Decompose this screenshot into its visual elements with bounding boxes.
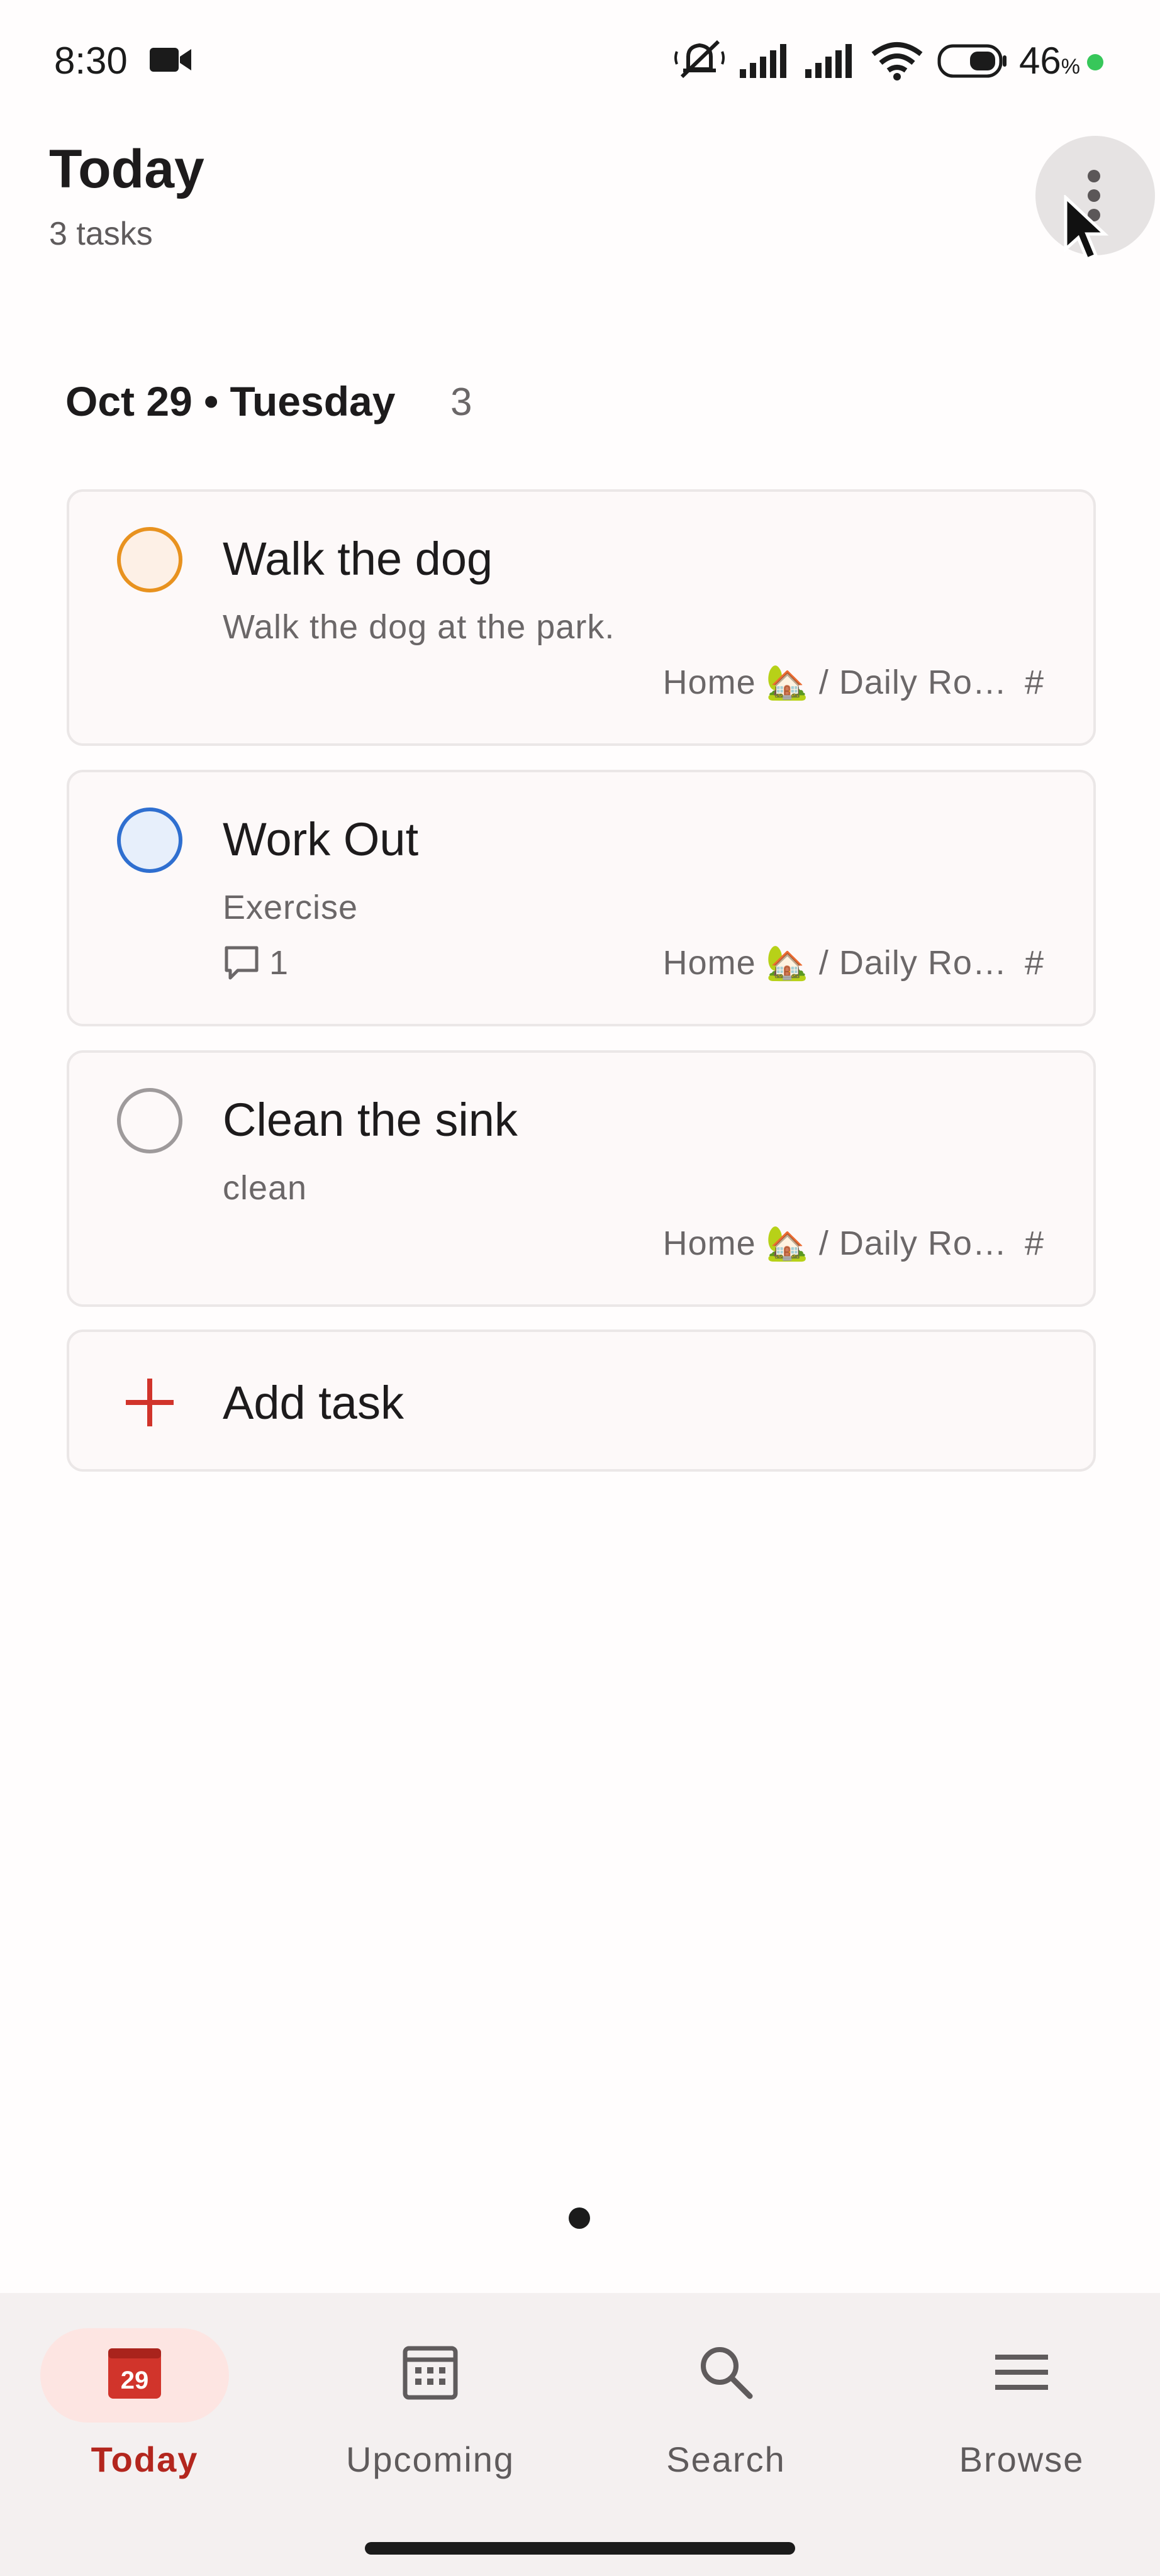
comment-icon [225, 946, 259, 980]
add-task-button[interactable]: Add task [67, 1330, 1096, 1472]
task-card[interactable]: Walk the dog Walk the dog at the park. H… [67, 489, 1096, 746]
calendar-day-number: 29 [121, 2367, 149, 2394]
task-title: Clean the sink [223, 1094, 518, 1146]
complete-checkbox[interactable] [117, 808, 182, 873]
project-hash-icon: # [1024, 663, 1044, 701]
battery-percent: 46 [1019, 40, 1061, 82]
project-label: Home 🏡 / Daily Ro… [662, 944, 1007, 982]
task-project: Home 🏡 / Daily Ro… # [663, 663, 1044, 702]
status-bar: 8:30 46% [0, 0, 1160, 119]
video-camera-icon [150, 48, 191, 72]
menu-icon [995, 2355, 1048, 2390]
task-project: Home 🏡 / Daily Ro… # [663, 943, 1044, 983]
battery-unit: % [1061, 55, 1080, 79]
task-description: Walk the dog at the park. [223, 608, 615, 646]
plus-icon [126, 1379, 174, 1426]
silent-mode-icon [674, 40, 725, 79]
signal-icon-2 [805, 44, 852, 78]
page-title: Today [49, 139, 204, 199]
nav-browse[interactable]: Browse [877, 2293, 1160, 2482]
project-hash-icon: # [1024, 1224, 1044, 1262]
battery-icon [937, 44, 1007, 78]
wifi-icon [871, 42, 923, 80]
complete-checkbox[interactable] [117, 527, 182, 592]
task-card[interactable]: Clean the sink clean Home 🏡 / Daily Ro… # [67, 1050, 1096, 1307]
nav-today[interactable]: 29 Today [0, 2293, 289, 2482]
section-count: 3 [450, 380, 472, 424]
status-time: 8:30 [54, 40, 128, 82]
nav-label-browse: Browse [959, 2440, 1085, 2479]
add-task-label: Add task [223, 1377, 404, 1429]
project-label: Home 🏡 / Daily Ro… [662, 1224, 1007, 1262]
comment-count-value: 1 [269, 944, 289, 982]
section-date: Oct 29 • Tuesday [65, 378, 396, 425]
project-label: Home 🏡 / Daily Ro… [662, 663, 1007, 701]
comment-count: 1 [223, 943, 288, 982]
project-hash-icon: # [1024, 944, 1044, 982]
nav-label-upcoming: Upcoming [345, 2440, 515, 2479]
task-title: Work Out [223, 813, 419, 865]
task-count: 3 tasks [49, 216, 153, 252]
task-project: Home 🏡 / Daily Ro… # [663, 1224, 1044, 1263]
calendar-day-icon: 29 [108, 2348, 161, 2399]
bottom-navigation: 29 Today Upcoming Search Browse [0, 2293, 1160, 2576]
task-card[interactable]: Work Out Exercise 1 Home 🏡 / Daily Ro… # [67, 770, 1096, 1026]
task-description: clean [223, 1169, 308, 1207]
page-indicator [569, 2207, 590, 2229]
privacy-indicator-dot [1087, 54, 1103, 70]
task-title: Walk the dog [223, 533, 493, 585]
task-description: Exercise [223, 889, 359, 926]
calendar-grid-icon [403, 2346, 458, 2400]
today-screen: 8:30 46% Today 3 tasks Oct 29 • Tuesday … [0, 0, 1160, 2576]
mouse-cursor-icon [1064, 195, 1109, 262]
more-vert-icon [1088, 170, 1100, 182]
search-icon [701, 2347, 753, 2399]
signal-icon [740, 44, 786, 78]
nav-label-today: Today [91, 2440, 199, 2479]
home-gesture-bar[interactable] [365, 2542, 795, 2555]
nav-upcoming[interactable]: Upcoming [286, 2293, 575, 2482]
battery-level: 46% [1019, 39, 1080, 82]
complete-checkbox[interactable] [117, 1088, 182, 1153]
nav-search[interactable]: Search [581, 2293, 871, 2482]
nav-label-search: Search [666, 2440, 786, 2479]
